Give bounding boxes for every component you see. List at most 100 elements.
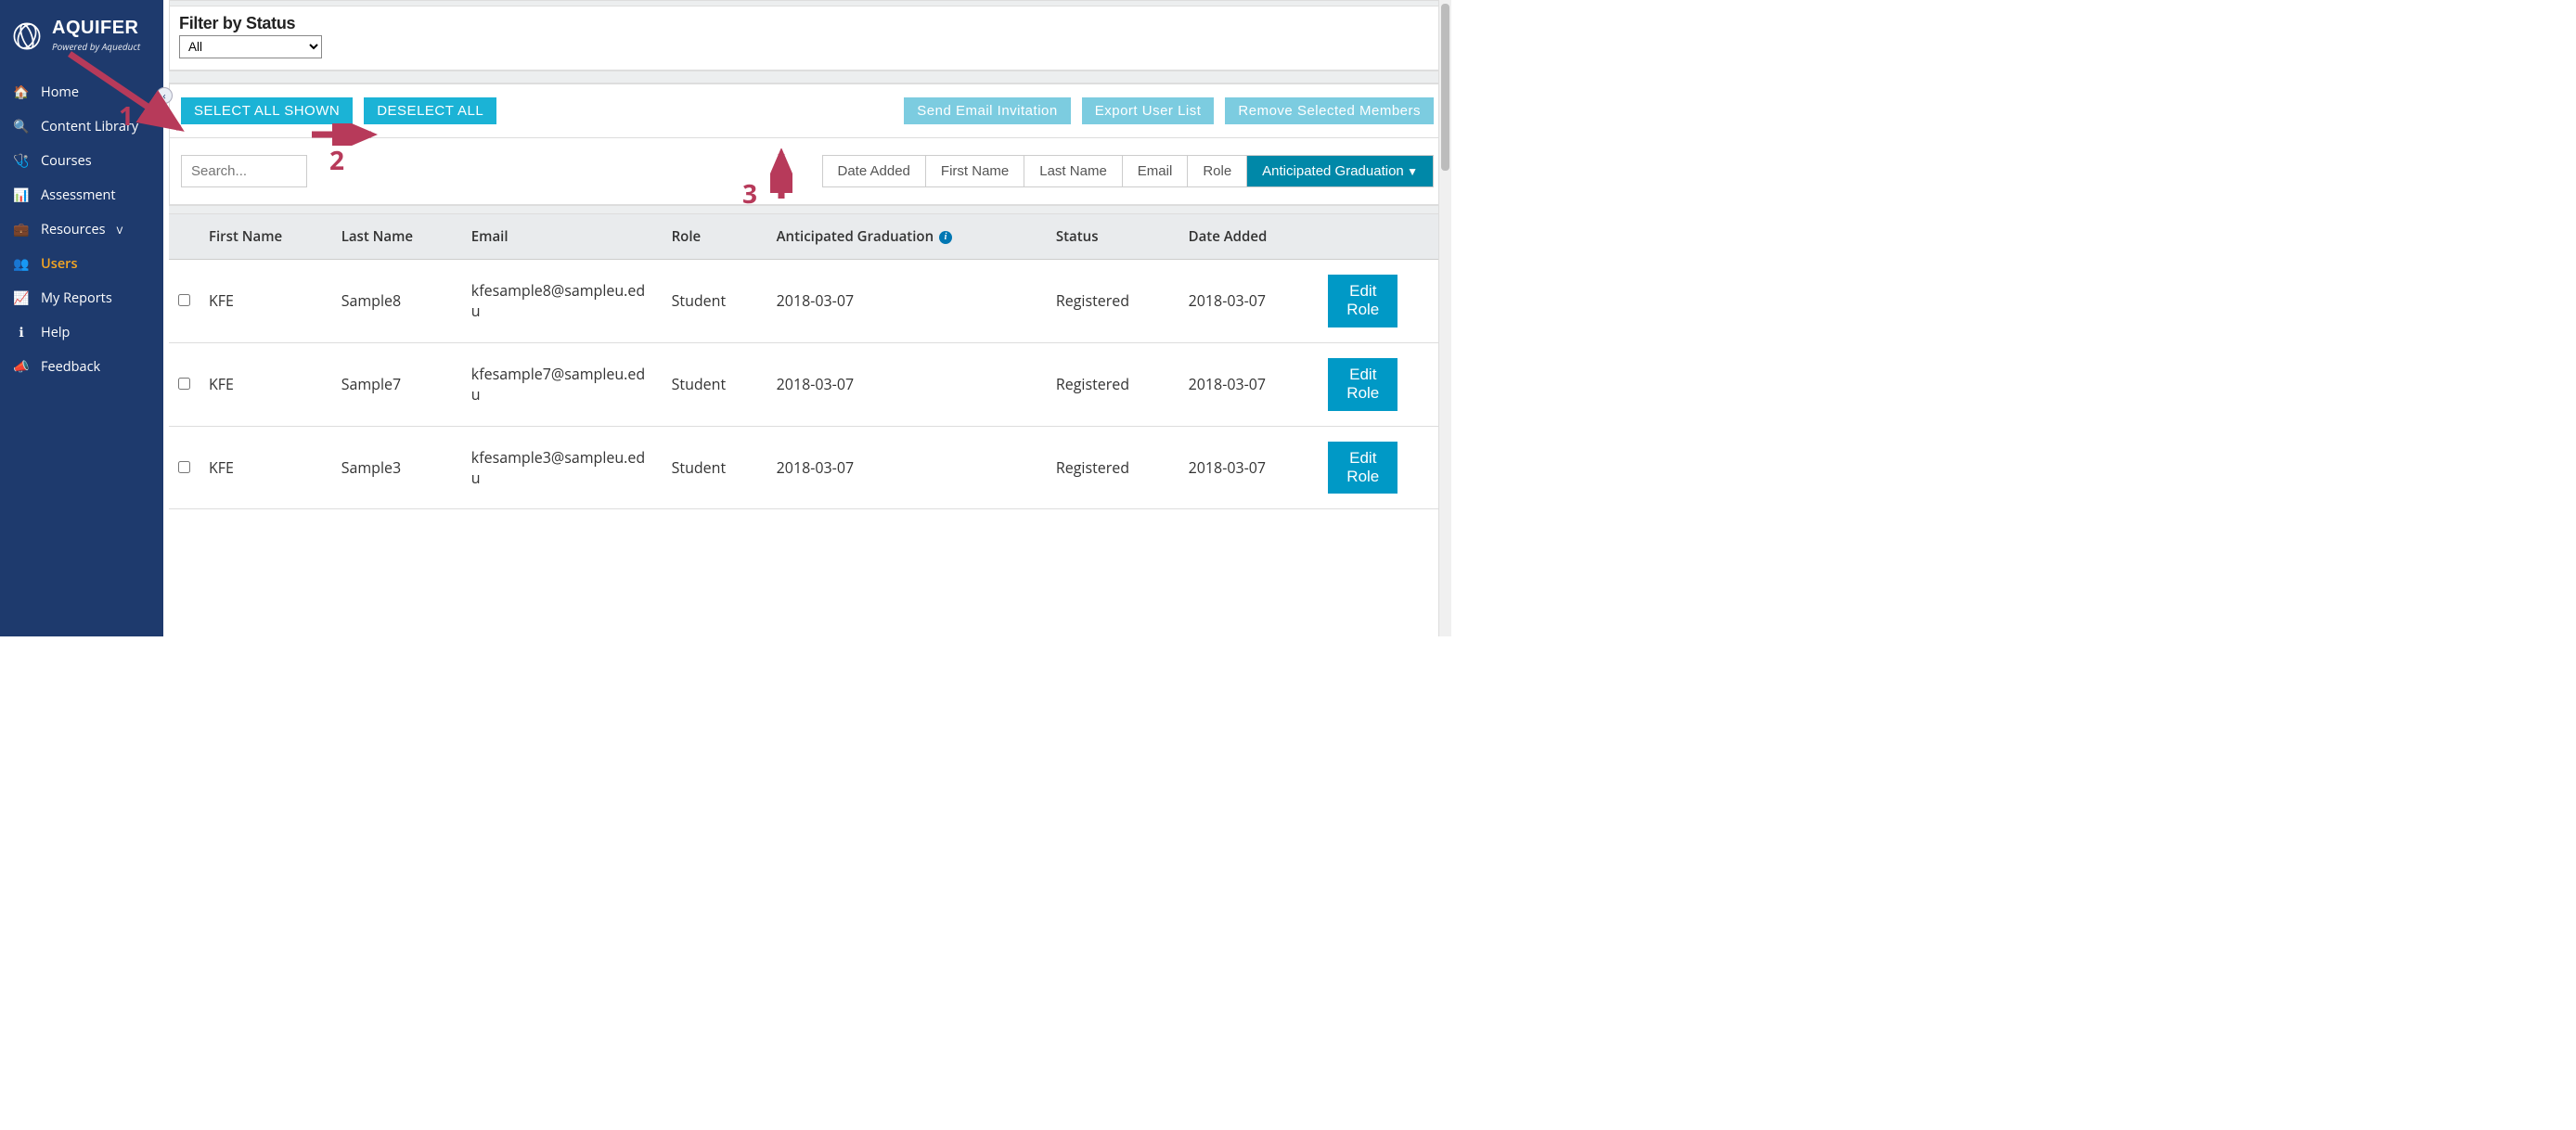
brand-logo: AQUIFER Powered by Aqueduct	[0, 13, 163, 73]
cell-email: kfesample3@sampleu.edu	[462, 426, 663, 509]
edit-role-button[interactable]: Edit Role	[1328, 358, 1397, 411]
users-table-wrap: First Name Last Name Email Role Anticipa…	[169, 214, 1446, 509]
cell-anticipated-graduation: 2018-03-07	[767, 342, 1047, 426]
search-input[interactable]	[181, 155, 307, 187]
sidebar-item-label: Users	[41, 255, 78, 273]
cell-first-name: KFE	[200, 260, 332, 343]
row-checkbox[interactable]	[178, 294, 190, 306]
vertical-scrollbar[interactable]	[1438, 0, 1451, 636]
filter-panel: Filter by Status All	[169, 6, 1446, 71]
cell-status: Registered	[1047, 260, 1179, 343]
users-table: First Name Last Name Email Role Anticipa…	[169, 214, 1446, 509]
divider	[169, 205, 1446, 214]
table-header-actions	[1319, 214, 1446, 260]
cell-role: Student	[663, 426, 767, 509]
edit-role-button[interactable]: Edit Role	[1328, 442, 1397, 494]
toolbar: SELECT ALL SHOWN DESELECT ALL Send Email…	[169, 83, 1446, 138]
chart-icon: 📈	[13, 289, 30, 307]
sidebar-item-label: Home	[41, 83, 79, 101]
table-header-row: First Name Last Name Email Role Anticipa…	[169, 214, 1446, 260]
cell-last-name: Sample8	[332, 260, 462, 343]
sidebar-nav: 🏠 Home 🔍Content Library 🩺 Courses 📊 Assessm…	[0, 73, 163, 386]
cell-status: Registered	[1047, 342, 1179, 426]
divider	[169, 71, 1446, 83]
row-checkbox[interactable]	[178, 461, 190, 473]
table-row: KFESample7kfesample7@sampleu.eduStudent2…	[169, 342, 1446, 426]
sidebar-item-help[interactable]: ℹ Help	[0, 315, 163, 350]
sort-anticipated-graduation[interactable]: Anticipated Graduation	[1246, 156, 1433, 186]
sidebar-item-label: Courses	[41, 152, 92, 170]
cell-email: kfesample8@sampleu.edu	[462, 260, 663, 343]
table-header-role[interactable]: Role	[663, 214, 767, 260]
remove-selected-button[interactable]: Remove Selected Members	[1225, 97, 1434, 124]
home-icon: 🏠	[13, 83, 30, 101]
annotation-2: 2	[329, 143, 344, 178]
sidebar-item-label: My Reports	[41, 289, 112, 307]
sidebar-item-label: Feedback	[41, 358, 100, 376]
cell-anticipated-graduation: 2018-03-07	[767, 426, 1047, 509]
brand-subtitle: Powered by Aqueduct	[52, 40, 140, 53]
main-content: Filter by Status All SELECT ALL SHOWN DE…	[163, 0, 1451, 636]
filter-status-select[interactable]: All	[179, 35, 322, 58]
cell-role: Student	[663, 260, 767, 343]
chevron-down-icon: ᐯ	[117, 224, 123, 237]
cell-last-name: Sample7	[332, 342, 462, 426]
sidebar-item-label: Assessment	[41, 186, 116, 204]
sidebar-item-label: Resources	[41, 221, 106, 238]
filter-label: Filter by Status	[179, 14, 1436, 33]
sidebar-item-assessment[interactable]: 📊 Assessment	[0, 178, 163, 212]
sidebar-collapse-toggle[interactable]: ‹	[156, 87, 173, 104]
cell-first-name: KFE	[200, 426, 332, 509]
row-checkbox[interactable]	[178, 378, 190, 390]
brand-mark-icon	[11, 20, 43, 52]
sidebar-item-users[interactable]: 👥Users	[0, 247, 163, 281]
table-header-checkbox	[169, 214, 200, 260]
export-user-list-button[interactable]: Export User List	[1082, 97, 1215, 124]
brand-title: AQUIFER	[52, 19, 140, 37]
stethoscope-icon: 🩺	[13, 152, 30, 170]
cell-first-name: KFE	[200, 342, 332, 426]
cell-date-added: 2018-03-07	[1179, 260, 1320, 343]
cell-role: Student	[663, 342, 767, 426]
scrollbar-thumb[interactable]	[1441, 4, 1449, 171]
search-sort-row: Date Added First Name Last Name Email Ro…	[169, 138, 1446, 205]
sidebar-item-label: Help	[41, 324, 70, 341]
sort-button-group: Date Added First Name Last Name Email Ro…	[822, 155, 1435, 187]
info-icon: ℹ	[13, 324, 30, 341]
gauge-icon: 📊	[13, 186, 30, 204]
cell-status: Registered	[1047, 426, 1179, 509]
sort-email[interactable]: Email	[1122, 156, 1188, 186]
info-icon[interactable]: i	[939, 231, 952, 244]
deselect-all-button[interactable]: DESELECT ALL	[364, 97, 496, 124]
sidebar-item-home[interactable]: 🏠 Home	[0, 75, 163, 109]
sidebar: AQUIFER Powered by Aqueduct 🏠 Home 🔍Conte…	[0, 0, 163, 636]
edit-role-button[interactable]: Edit Role	[1328, 275, 1397, 327]
cell-date-added: 2018-03-07	[1179, 342, 1320, 426]
annotation-3: 3	[742, 176, 757, 212]
sort-first-name[interactable]: First Name	[925, 156, 1024, 186]
table-header-email[interactable]: Email	[462, 214, 663, 260]
cell-email: kfesample7@sampleu.edu	[462, 342, 663, 426]
cell-date-added: 2018-03-07	[1179, 426, 1320, 509]
table-row: KFESample3kfesample3@sampleu.eduStudent2…	[169, 426, 1446, 509]
sidebar-item-content-library[interactable]: 🔍Content Library	[0, 109, 163, 144]
select-all-button[interactable]: SELECT ALL SHOWN	[181, 97, 353, 124]
sort-date-added[interactable]: Date Added	[823, 156, 925, 186]
sort-last-name[interactable]: Last Name	[1024, 156, 1122, 186]
table-header-anticipated-graduation[interactable]: Anticipated Graduation i	[767, 214, 1047, 260]
sidebar-item-resources[interactable]: 💼 Resources ᐯ	[0, 212, 163, 247]
table-header-status[interactable]: Status	[1047, 214, 1179, 260]
sidebar-item-courses[interactable]: 🩺 Courses	[0, 144, 163, 178]
cell-anticipated-graduation: 2018-03-07	[767, 260, 1047, 343]
sidebar-item-feedback[interactable]: 📣Feedback	[0, 350, 163, 384]
sidebar-item-my-reports[interactable]: 📈 My Reports	[0, 281, 163, 315]
annotation-1: 1	[119, 98, 134, 134]
send-email-button[interactable]: Send Email Invitation	[904, 97, 1070, 124]
briefcase-icon: 💼	[13, 221, 30, 238]
chevron-left-icon: ‹	[162, 89, 165, 103]
sort-role[interactable]: Role	[1187, 156, 1246, 186]
search-plus-icon: 🔍	[13, 118, 30, 135]
table-header-first-name[interactable]: First Name	[200, 214, 332, 260]
table-header-last-name[interactable]: Last Name	[332, 214, 462, 260]
table-header-date-added[interactable]: Date Added	[1179, 214, 1320, 260]
